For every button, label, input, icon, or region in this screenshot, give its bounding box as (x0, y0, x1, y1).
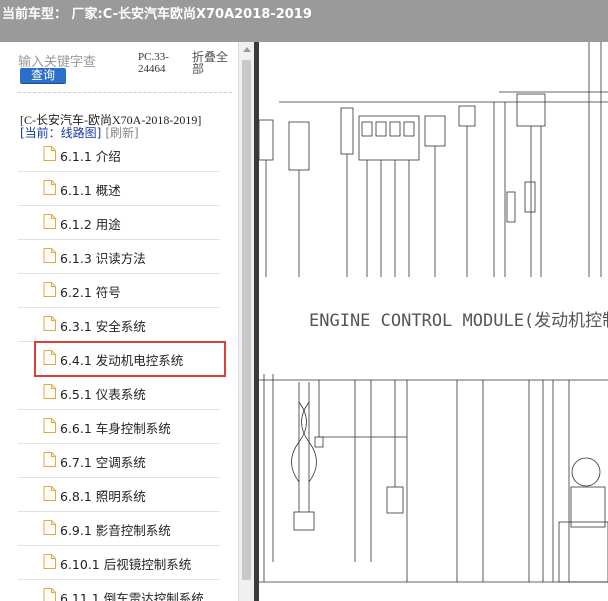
tree-item-label: 6.11.1 倒车雷达控制系统 (60, 591, 204, 601)
scroll-thumb[interactable] (242, 60, 251, 580)
document-icon (43, 180, 56, 195)
diagram-title: ENGINE CONTROL MODULE(发动机控制模块) (EA15 PE (309, 311, 608, 331)
document-icon (43, 588, 56, 601)
tree-item[interactable]: 6.3.1 安全系统 (18, 308, 220, 342)
tree-item-label: 6.2.1 符号 (60, 285, 121, 300)
document-icon (43, 486, 56, 501)
document-icon (43, 350, 56, 365)
document-icon (43, 418, 56, 433)
document-icon (43, 554, 56, 569)
wiring-diagram-viewer[interactable]: ENGINE CONTROL MODULE(发动机控制模块) (EA15 PE (259, 42, 608, 601)
tree-item-label: 6.7.1 空调系统 (60, 455, 146, 470)
tree-item[interactable]: 6.11.1 倒车雷达控制系统 (18, 580, 220, 601)
window-title: 当前车型： 厂家:C-长安汽车欧尚X70A2018-2019 (2, 7, 312, 22)
pc-code: PC.33-24464 (138, 51, 169, 75)
tree-item-label: 6.3.1 安全系统 (60, 319, 146, 334)
document-icon (43, 452, 56, 467)
document-icon (43, 384, 56, 399)
scroll-up-icon[interactable] (243, 47, 251, 52)
sidebar-scrollbar[interactable] (238, 42, 255, 601)
tree-item-label: 6.5.1 仪表系统 (60, 387, 146, 402)
tree-menu: 6.1.1 介绍 6.1.1 概述 6.1.2 用途 6.1.3 识读方法 6.2.1 … (18, 138, 226, 601)
tree-item-label: 6.4.1 发动机电控系统 (60, 353, 184, 368)
tree-item[interactable]: 6.9.1 影音控制系统 (18, 512, 220, 546)
tree-item[interactable]: 6.1.1 概述 (18, 172, 220, 206)
title-bar: 当前车型： 厂家:C-长安汽车欧尚X70A2018-2019 (0, 0, 608, 42)
document-icon (43, 146, 56, 161)
document-icon (43, 282, 56, 297)
document-icon (43, 520, 56, 535)
tree-item-label: 6.1.1 介绍 (60, 149, 121, 164)
document-icon (43, 248, 56, 263)
tree-item[interactable]: 6.1.2 用途 (18, 206, 220, 240)
search-button[interactable]: 查询 (20, 68, 66, 84)
tree-item-label: 6.1.1 概述 (60, 183, 121, 198)
divider (18, 92, 232, 93)
sidebar: 查询 PC.33-24464 折叠全部 [C-长安汽车-欧尚X70A-2018-… (0, 42, 238, 601)
tree-item[interactable]: 6.2.1 符号 (18, 274, 220, 308)
tree-item-label: 6.1.2 用途 (60, 217, 121, 232)
wiring-diagram: ENGINE CONTROL MODULE(发动机控制模块) (EA15 PE (259, 42, 608, 583)
collapse-all-link[interactable]: 折叠全部 (192, 51, 236, 75)
tree-item[interactable]: 6.7.1 空调系统 (18, 444, 220, 478)
tree-item[interactable]: 6.10.1 后视镜控制系统 (18, 546, 220, 580)
tree-item[interactable]: 6.4.1 发动机电控系统 (34, 341, 226, 377)
tree-item[interactable]: 6.6.1 车身控制系统 (18, 410, 220, 444)
tree-item-label: 6.6.1 车身控制系统 (60, 421, 171, 436)
tree-item[interactable]: 6.5.1 仪表系统 (18, 376, 220, 410)
document-icon (43, 316, 56, 331)
tree-item[interactable]: 6.1.3 识读方法 (18, 240, 220, 274)
tree-item-label: 6.1.3 识读方法 (60, 251, 146, 266)
document-icon (43, 214, 56, 229)
tree-item[interactable]: 6.8.1 照明系统 (18, 478, 220, 512)
tree-item-label: 6.8.1 照明系统 (60, 489, 146, 504)
tree-item-label: 6.10.1 后视镜控制系统 (60, 557, 192, 572)
tree-item[interactable]: 6.1.1 介绍 (18, 138, 220, 172)
tree-item-label: 6.9.1 影音控制系统 (60, 523, 171, 538)
